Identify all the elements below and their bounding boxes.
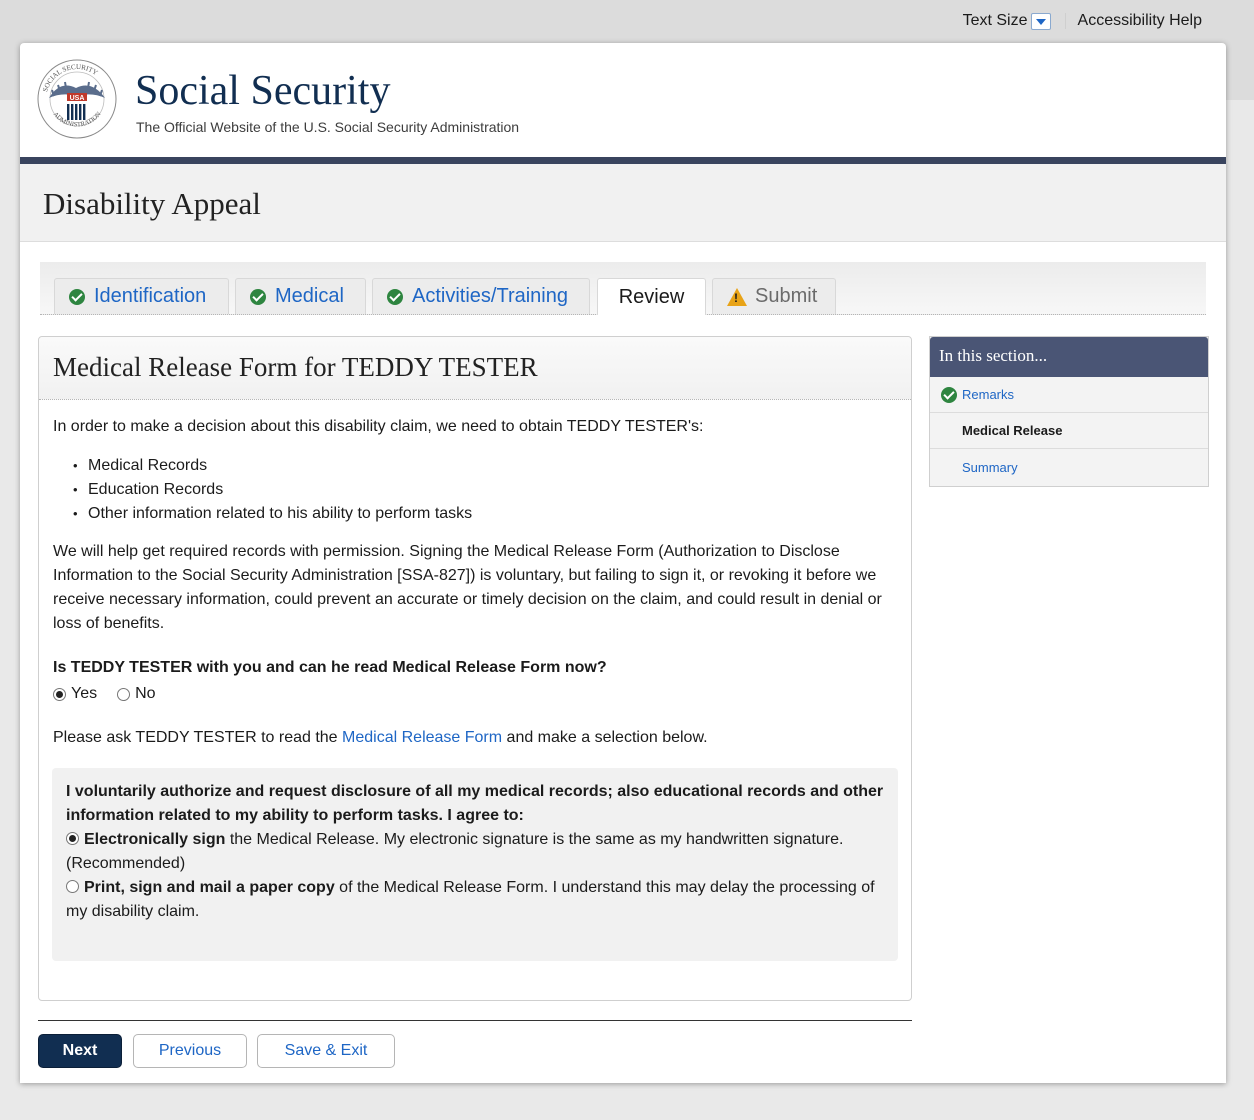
check-circle-icon: [69, 288, 85, 305]
list-item: Medical Records: [73, 454, 897, 478]
presence-question: Is TEDDY TESTER with you and can he read…: [53, 659, 607, 676]
tab-activities-training[interactable]: Activities/Training: [372, 278, 590, 314]
text-size-label: Text Size: [962, 12, 1028, 29]
radio-paper[interactable]: [66, 880, 79, 893]
next-button[interactable]: Next: [38, 1034, 122, 1068]
ask-instruction: Please ask TEDDY TESTER to read the Medi…: [53, 726, 897, 750]
records-list: Medical Records Education Records Other …: [53, 454, 897, 526]
site-header: USA SOCIAL SECURITY ADMINISTRATION Socia…: [20, 43, 1226, 157]
panel-header: Medical Release Form for TEDDY TESTER: [39, 337, 911, 400]
header-rule: [20, 157, 1226, 164]
permission-paragraph: We will help get required records with p…: [53, 543, 882, 632]
list-item: Education Records: [73, 478, 897, 502]
tab-label: Review: [618, 285, 685, 308]
tab-review[interactable]: Review: [597, 278, 706, 315]
svg-text:USA: USA: [70, 95, 85, 102]
tab-submit[interactable]: Submit: [712, 278, 836, 314]
tab-label: Submit: [755, 285, 818, 307]
tab-label: Identification: [94, 285, 207, 307]
sidebar-title: In this section...: [930, 337, 1208, 377]
list-item: Other information related to his ability…: [73, 502, 897, 526]
option-bold: Electronically sign: [84, 831, 226, 848]
text-size-control[interactable]: Text Size: [963, 12, 1051, 30]
previous-button[interactable]: Previous: [133, 1034, 247, 1068]
accessibility-help-link[interactable]: Accessibility Help: [1078, 12, 1202, 30]
medical-release-form-link[interactable]: Medical Release Form: [342, 729, 502, 746]
presence-radio-group: Yes No: [53, 682, 897, 706]
check-circle-icon: [387, 288, 403, 305]
sidebar-item-label: Medical Release: [962, 423, 1063, 438]
tab-medical[interactable]: Medical: [235, 278, 366, 314]
sidebar-item-summary[interactable]: Summary: [930, 449, 1208, 485]
tab-identification[interactable]: Identification: [54, 278, 229, 314]
radio-no-label[interactable]: No: [135, 682, 155, 706]
sidebar-item-label: Remarks: [962, 387, 1015, 402]
page-card: USA SOCIAL SECURITY ADMINISTRATION Socia…: [20, 43, 1226, 1083]
divider: [1064, 13, 1066, 29]
warning-icon: [727, 287, 747, 306]
check-circle-icon: [941, 387, 957, 403]
footer-rule: [38, 1020, 912, 1021]
sidebar-item-label: Summary: [962, 459, 1018, 475]
consent-option-paper[interactable]: Print, sign and mail a paper copy of the…: [66, 876, 884, 924]
main-panel: Medical Release Form for TEDDY TESTER In…: [38, 336, 912, 1001]
sidebar-item-remarks[interactable]: Remarks: [930, 377, 1208, 413]
site-title[interactable]: Social Security: [135, 67, 390, 115]
utility-bar: Text Size Accessibility Help: [963, 12, 1202, 30]
progress-tabs: Identification Medical Activities/Traini…: [40, 262, 1206, 315]
site-subtitle: The Official Website of the U.S. Social …: [136, 119, 520, 135]
tab-label: Activities/Training: [412, 285, 568, 307]
consent-option-esign[interactable]: Electronically sign the Medical Release.…: [66, 828, 884, 876]
option-bold: Print, sign and mail a paper copy: [84, 879, 335, 896]
tab-label: Medical: [275, 285, 344, 307]
check-circle-icon: [250, 288, 266, 305]
section-heading: Medical Release Form for TEDDY TESTER: [53, 352, 538, 382]
page-title: Disability Appeal: [43, 186, 261, 221]
radio-esign[interactable]: [66, 832, 79, 845]
ask-text-after: and make a selection below.: [502, 729, 708, 746]
radio-no[interactable]: [117, 687, 131, 701]
ssa-seal-logo: USA SOCIAL SECURITY ADMINISTRATION: [37, 59, 117, 139]
radio-yes[interactable]: [53, 687, 66, 701]
consent-intro: I voluntarily authorize and request disc…: [66, 783, 884, 824]
ask-text-before: Please ask TEDDY TESTER to read the: [53, 729, 343, 746]
radio-yes-label[interactable]: Yes: [71, 682, 97, 706]
sidebar-item-medical-release: Medical Release: [930, 413, 1208, 449]
section-sidebar: In this section... Remarks Medical Relea…: [929, 336, 1209, 487]
save-exit-button[interactable]: Save & Exit: [257, 1034, 395, 1068]
intro-text: In order to make a decision about this d…: [53, 418, 704, 435]
panel-body: In order to make a decision about this d…: [39, 400, 911, 961]
chevron-down-icon[interactable]: [1030, 12, 1051, 30]
app-header: Disability Appeal: [20, 164, 1226, 242]
consent-box: I voluntarily authorize and request disc…: [52, 768, 898, 961]
